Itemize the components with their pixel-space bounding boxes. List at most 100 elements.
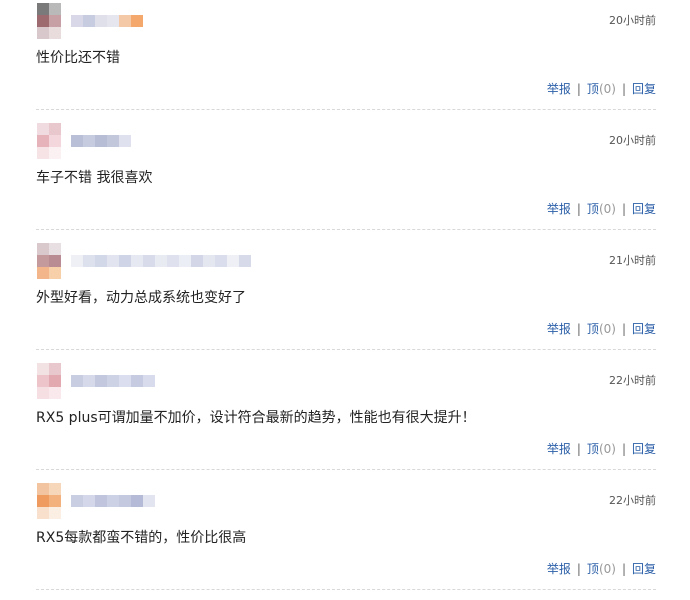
username-mosaic-block	[119, 135, 131, 147]
username-mosaic-block	[83, 135, 95, 147]
username-mosaic-block	[71, 375, 83, 387]
username-mosaic-block	[203, 255, 215, 267]
comment-timestamp: 22小时前	[609, 494, 656, 507]
avatar[interactable]	[37, 363, 61, 399]
username-mosaic-block	[83, 495, 95, 507]
username-mosaic-block	[71, 15, 83, 27]
avatar[interactable]	[37, 3, 61, 39]
username-mosaic-block	[155, 255, 167, 267]
report-link[interactable]: 举报	[547, 562, 571, 576]
username-mosaic-block	[119, 255, 131, 267]
comment-item: 22小时前 RX5每款都蛮不错的，性价比很高 举报 | 顶(0) | 回复	[0, 480, 690, 600]
username-mosaic-block	[131, 495, 143, 507]
action-separator: |	[621, 322, 626, 336]
upvote-link[interactable]: 顶	[587, 442, 599, 456]
username-mosaic-block	[191, 255, 203, 267]
comment-text: 外型好看，动力总成系统也变好了	[36, 290, 246, 306]
upvote-count: (0)	[598, 562, 616, 576]
reply-link[interactable]: 回复	[632, 562, 656, 576]
avatar[interactable]	[37, 123, 61, 159]
action-separator: |	[621, 442, 626, 456]
username-mosaic-block	[95, 15, 107, 27]
username-mosaic-block	[95, 135, 107, 147]
username-mosaic-block	[107, 255, 119, 267]
upvote-link[interactable]: 顶	[587, 562, 599, 576]
report-link[interactable]: 举报	[547, 202, 571, 216]
username-mosaic-block	[95, 495, 107, 507]
username-mosaic-block	[143, 495, 155, 507]
username-blurred[interactable]	[71, 15, 143, 27]
comment-divider	[36, 109, 656, 110]
avatar[interactable]	[37, 483, 61, 519]
comment-timestamp: 20小时前	[609, 14, 656, 27]
username-mosaic-block	[83, 375, 95, 387]
comment-divider	[36, 589, 656, 590]
comment-text: RX5 plus可谓加量不加价，设计符合最新的趋势，性能也有很大提升！	[36, 410, 476, 426]
username-mosaic-block	[95, 255, 107, 267]
username-blurred[interactable]	[71, 375, 155, 387]
username-blurred[interactable]	[71, 495, 155, 507]
username-mosaic-block	[107, 495, 119, 507]
username-mosaic-block	[143, 375, 155, 387]
comment-actions: 举报 | 顶(0) | 回复	[547, 562, 656, 576]
action-separator: |	[576, 442, 581, 456]
upvote-link[interactable]: 顶	[587, 82, 599, 96]
report-link[interactable]: 举报	[547, 82, 571, 96]
action-separator: |	[576, 82, 581, 96]
username-mosaic-block	[215, 255, 227, 267]
comment-actions: 举报 | 顶(0) | 回复	[547, 82, 656, 96]
username-mosaic-block	[131, 375, 143, 387]
reply-link[interactable]: 回复	[632, 322, 656, 336]
upvote-count: (0)	[598, 322, 616, 336]
reply-link[interactable]: 回复	[632, 202, 656, 216]
upvote-count: (0)	[598, 82, 616, 96]
username-mosaic-block	[179, 255, 191, 267]
username-mosaic-block	[119, 495, 131, 507]
comment-list: 20小时前 性价比还不错 举报 | 顶(0) | 回复 20小时前 车子不错 我很喜欢 …	[0, 0, 690, 600]
upvote-link[interactable]: 顶	[587, 322, 599, 336]
username-mosaic-block	[119, 15, 131, 27]
action-separator: |	[576, 322, 581, 336]
username-mosaic-block	[71, 255, 83, 267]
username-blurred[interactable]	[71, 255, 251, 267]
comment-actions: 举报 | 顶(0) | 回复	[547, 202, 656, 216]
comment-actions: 举报 | 顶(0) | 回复	[547, 442, 656, 456]
action-separator: |	[621, 562, 626, 576]
comment-item: 21小时前 外型好看，动力总成系统也变好了 举报 | 顶(0) | 回复	[0, 240, 690, 360]
comment-timestamp: 20小时前	[609, 134, 656, 147]
upvote-count: (0)	[598, 202, 616, 216]
username-mosaic-block	[119, 375, 131, 387]
comment-divider	[36, 229, 656, 230]
comment-divider	[36, 469, 656, 470]
upvote-link[interactable]: 顶	[587, 202, 599, 216]
action-separator: |	[621, 82, 626, 96]
username-mosaic-block	[71, 495, 83, 507]
username-blurred[interactable]	[71, 135, 131, 147]
username-mosaic-block	[107, 15, 119, 27]
comment-divider	[36, 349, 656, 350]
comment-actions: 举报 | 顶(0) | 回复	[547, 322, 656, 336]
reply-link[interactable]: 回复	[632, 442, 656, 456]
reply-link[interactable]: 回复	[632, 82, 656, 96]
comment-timestamp: 21小时前	[609, 254, 656, 267]
username-mosaic-block	[107, 375, 119, 387]
username-mosaic-block	[227, 255, 239, 267]
username-mosaic-block	[83, 255, 95, 267]
username-mosaic-block	[71, 135, 83, 147]
username-mosaic-block	[239, 255, 251, 267]
upvote-count: (0)	[598, 442, 616, 456]
report-link[interactable]: 举报	[547, 322, 571, 336]
username-mosaic-block	[95, 375, 107, 387]
avatar[interactable]	[37, 243, 61, 279]
report-link[interactable]: 举报	[547, 442, 571, 456]
username-mosaic-block	[131, 255, 143, 267]
comment-timestamp: 22小时前	[609, 374, 656, 387]
username-mosaic-block	[143, 255, 155, 267]
username-mosaic-block	[83, 15, 95, 27]
comment-text: 性价比还不错	[36, 50, 120, 66]
comment-text: 车子不错 我很喜欢	[36, 170, 153, 186]
action-separator: |	[621, 202, 626, 216]
comment-item: 22小时前 RX5 plus可谓加量不加价，设计符合最新的趋势，性能也有很大提升…	[0, 360, 690, 480]
comment-text: RX5每款都蛮不错的，性价比很高	[36, 530, 247, 546]
username-mosaic-block	[107, 135, 119, 147]
